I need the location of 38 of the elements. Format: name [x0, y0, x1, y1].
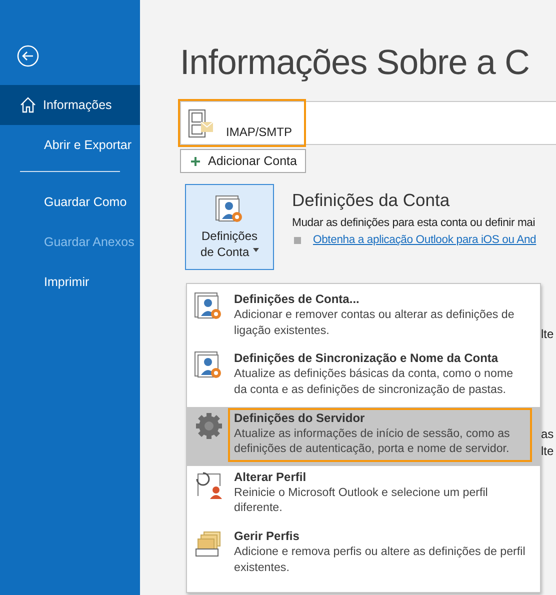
- account-settings-button[interactable]: Definições de Conta: [185, 184, 274, 270]
- gear-icon: [194, 410, 224, 441]
- menu-item-description: Adicione e remova perfis ou altere as definições de perfil existentes.: [234, 544, 526, 576]
- menu-item-description: Reinicie o Microsoft Outlook e selecione um perfil diferente.: [234, 484, 489, 516]
- account-selector[interactable]: IMAP/SMTP: [178, 99, 306, 147]
- sidebar-item[interactable]: Imprimir: [0, 262, 140, 302]
- section-description: Mudar as definições para esta conta ou definir mai: [292, 217, 536, 229]
- menu-item[interactable]: Definições de Sincronização e Nome da Conta Atualize as definições básicas da conta, como o nome da conta e as definições de sincronização de pastas.: [187, 347, 540, 407]
- plus-icon: [191, 156, 200, 166]
- menu-item-title: Gerir Perfis: [234, 529, 300, 544]
- menu-item-description: Adicionar e remover contas ou alterar as definições de ligação existentes.: [234, 307, 516, 338]
- menu-item-title: Definições de Conta...: [234, 292, 360, 306]
- mail-server-icon: [188, 109, 214, 139]
- outlook-app-link[interactable]: Obtenha a aplicação Outlook para iOS ou And: [313, 234, 536, 246]
- menu-item-description: Atualize as informações de início de sessão, como as definições de autenticação, porta e nome de servidor.: [234, 426, 511, 457]
- menu-item[interactable]: Definições de Conta... Adicionar e remover contas ou alterar as definições de ligação existentes.: [187, 288, 540, 348]
- menu-item[interactable]: Alterar Perfil Reinicie o Microsoft Outlook e selecione um perfil diferente.: [187, 466, 540, 526]
- sidebar-item[interactable]: Guardar Como: [0, 182, 140, 222]
- page-title: Informações Sobre a C: [180, 43, 530, 83]
- menu-item-title: Definições de Sincronização e Nome da Conta: [234, 351, 500, 366]
- sidebar-item[interactable]: Informações: [0, 85, 140, 125]
- section-heading: Definições da Conta: [292, 190, 451, 211]
- menu-item[interactable]: Gerir Perfis Adicione e remova perfis ou altere as definições de perfil existentes.: [187, 525, 540, 584]
- partial-text: lte: [541, 327, 554, 341]
- caret-icon: [252, 248, 259, 252]
- menu-item-title: Definições do Servidor: [234, 410, 366, 425]
- person-gear-icon: [194, 292, 224, 322]
- sidebar-item[interactable]: Abrir e Exportar: [0, 125, 140, 165]
- profile-switch-icon: [194, 470, 224, 500]
- partial-text: lte: [541, 444, 554, 458]
- menu-item-description: Atualize as definições básicas da conta, como o nome da conta e as definições de sincronização de pastas.: [234, 366, 514, 398]
- add-account-button[interactable]: Adicionar Conta: [180, 149, 306, 173]
- menu-item-title: Alterar Perfil: [234, 470, 308, 484]
- partial-text: as: [541, 427, 554, 441]
- bullet-icon: [294, 236, 301, 244]
- person-gear-icon: [214, 195, 244, 225]
- home-icon: [19, 96, 37, 114]
- menu-item[interactable]: Definições do Servidor Atualize as informações de início de sessão, como as definições de autenticação, porta e nome de servidor.: [187, 406, 540, 466]
